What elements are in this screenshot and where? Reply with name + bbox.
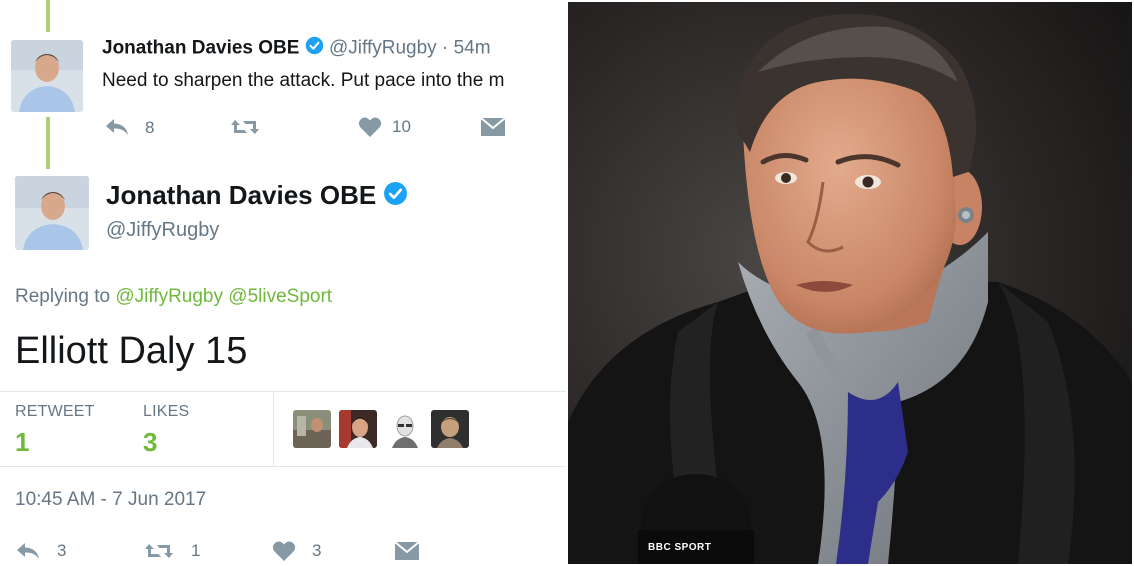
previous-retweet-button[interactable] — [229, 116, 261, 138]
retweets-label[interactable]: RETWEET — [15, 403, 95, 421]
verified-badge-icon — [383, 181, 408, 213]
replying-to-prefix: Replying to — [15, 286, 111, 307]
previous-like-count: 10 — [392, 117, 411, 136]
reply-icon — [15, 540, 41, 562]
reply-mention-link[interactable]: @JiffyRugby — [115, 286, 223, 307]
reply-icon — [104, 116, 130, 138]
previous-message-button[interactable] — [480, 116, 506, 138]
reply-count: 3 — [57, 541, 67, 560]
tweet-panel: Jonathan Davies OBE @JiffyRugby · 54m Ne… — [0, 0, 566, 566]
divider — [0, 466, 566, 467]
retweet-icon — [229, 116, 261, 138]
portrait-photo: BBC SPORT — [568, 2, 1132, 564]
portrait-photo-illustration — [568, 2, 1132, 564]
retweet-count: 1 — [191, 541, 201, 560]
verified-badge-icon — [305, 36, 324, 61]
main-tweet-author-name-text[interactable]: Jonathan Davies OBE — [106, 180, 376, 210]
replying-to-line: Replying to @JiffyRugby @5liveSport — [15, 286, 332, 308]
message-icon — [394, 540, 420, 562]
previous-tweet-text: Need to sharpen the attack. Put pace int… — [102, 70, 505, 91]
likes-count[interactable]: 3 — [143, 427, 157, 458]
heart-icon — [272, 540, 296, 562]
main-tweet-author-name[interactable]: Jonathan Davies OBE — [106, 180, 408, 213]
divider — [273, 391, 274, 466]
liker-avatar[interactable] — [293, 410, 331, 448]
mic-brand-label: BBC SPORT — [648, 542, 712, 553]
main-tweet-author-handle[interactable]: @JiffyRugby — [106, 219, 219, 242]
previous-tweet-author-name[interactable]: Jonathan Davies OBE — [102, 38, 299, 59]
tweet-timestamp[interactable]: 10:45 AM - 7 Jun 2017 — [15, 489, 206, 511]
previous-tweet-author-handle[interactable]: @JiffyRugby — [329, 38, 437, 59]
likes-label[interactable]: LIKES — [143, 403, 189, 421]
liker-avatar[interactable] — [431, 410, 469, 448]
retweet-icon — [143, 540, 175, 562]
previous-reply-button[interactable] — [104, 116, 130, 138]
thread-line-top — [46, 0, 50, 32]
message-button[interactable] — [394, 540, 420, 562]
previous-retweet-count-area: 8 — [145, 118, 154, 138]
liker-avatar[interactable] — [339, 410, 377, 448]
previous-tweet-avatar[interactable] — [11, 40, 83, 112]
thread-line-middle — [46, 117, 50, 169]
divider — [0, 391, 566, 392]
previous-tweet-header: Jonathan Davies OBE @JiffyRugby · 54m — [102, 36, 491, 61]
reply-mention-link[interactable]: @5liveSport — [228, 286, 332, 307]
message-icon — [480, 116, 506, 138]
reply-button[interactable]: 3 — [15, 540, 66, 562]
main-tweet-avatar[interactable] — [15, 176, 89, 250]
heart-icon — [358, 116, 382, 138]
previous-tweet-age[interactable]: 54m — [454, 38, 491, 59]
previous-reply-count: 8 — [145, 118, 155, 137]
liker-avatar[interactable] — [386, 410, 424, 448]
previous-tweet-separator: · — [441, 37, 449, 59]
retweets-count[interactable]: 1 — [15, 427, 29, 458]
like-button[interactable]: 3 — [272, 540, 321, 562]
like-count: 3 — [312, 541, 322, 560]
retweet-button[interactable]: 1 — [143, 540, 200, 562]
main-tweet-text: Elliott Daly 15 — [15, 330, 248, 372]
previous-like-button[interactable]: 10 — [358, 116, 411, 138]
